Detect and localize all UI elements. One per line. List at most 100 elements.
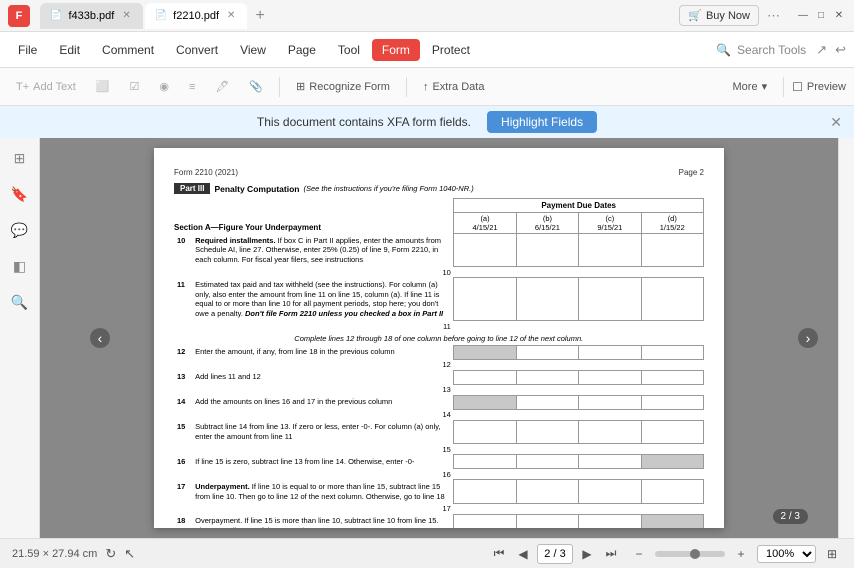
xfa-banner: This document contains XFA form fields. …: [0, 106, 854, 138]
rotation-icon[interactable]: ↻: [105, 546, 116, 562]
search-icon: 🔍: [716, 43, 731, 57]
recognize-form-button[interactable]: ⊞ Recognize Form: [288, 77, 398, 96]
part-badge: Part III: [174, 183, 210, 194]
status-center: ⏮ ◀ ▶ ⏭: [489, 544, 621, 564]
maximize-button[interactable]: □: [814, 9, 828, 23]
menu-form[interactable]: Form: [372, 39, 420, 61]
col-header-b: (b)6/15/21: [516, 213, 578, 234]
search-label[interactable]: Search Tools: [737, 43, 806, 57]
fullscreen-button[interactable]: ⊞: [822, 544, 842, 564]
more-button[interactable]: More ▾: [725, 77, 776, 96]
last-page-button[interactable]: ⏭: [601, 544, 621, 564]
cursor-tool-icon[interactable]: ↖: [124, 546, 135, 562]
table-row-16-label: 16: [174, 469, 704, 480]
page-header: Form 2210 (2021) Page 2: [174, 168, 704, 177]
recognize-icon: ⊞: [296, 80, 305, 93]
table-row-11-label: 11: [174, 321, 704, 332]
part-subtitle: (See the instructions if you're filing F…: [303, 184, 473, 193]
toolbar: T+ Add Text ⬜ ☑ ◉ ≡ 🖊 📎 ⊞ Recognize Form…: [0, 68, 854, 106]
menu-file[interactable]: File: [8, 39, 47, 61]
form-icon-6: 📎: [249, 80, 263, 93]
form-number: Form 2210 (2021): [174, 168, 238, 177]
minimize-button[interactable]: —: [796, 9, 810, 23]
close-button[interactable]: ✕: [832, 9, 846, 23]
tab-close-2[interactable]: ✕: [225, 9, 237, 22]
right-sidebar: [838, 138, 854, 538]
toolbar-divider: [279, 77, 280, 97]
part-header: Part III Penalty Computation (See the in…: [174, 183, 704, 194]
sidebar-pages-icon[interactable]: ⊞: [8, 146, 32, 170]
window-controls: — □ ✕: [796, 9, 846, 23]
prev-page-button[interactable]: ◀: [513, 544, 533, 564]
add-text-button[interactable]: T+ Add Text: [8, 78, 84, 96]
page-number-input[interactable]: [537, 544, 573, 564]
tabs-area: 📄 f433b.pdf ✕ 📄 f2210.pdf ✕ +: [40, 3, 675, 29]
buy-now-button[interactable]: 🛒 Buy Now: [679, 5, 759, 26]
form-icon-5: 🖊: [215, 80, 229, 93]
table-row-16: 16 If line 15 is zero, subtract line 13 …: [174, 455, 704, 469]
pdf-icon-2: 📄: [155, 10, 167, 21]
new-tab-button[interactable]: +: [249, 5, 270, 27]
menu-protect[interactable]: Protect: [422, 39, 480, 61]
title-bar: F 📄 f433b.pdf ✕ 📄 f2210.pdf ✕ + 🛒 Buy No…: [0, 0, 854, 32]
extra-data-button[interactable]: ↑ Extra Data: [415, 78, 492, 96]
menu-right-icons: ↗ ↩: [816, 42, 846, 58]
payment-due-header: Payment Due Dates: [454, 199, 704, 213]
first-page-button[interactable]: ⏮: [489, 544, 509, 564]
more-chevron-icon: ▾: [762, 80, 768, 93]
tab-f433b[interactable]: 📄 f433b.pdf ✕: [40, 3, 143, 29]
sidebar-bookmarks-icon[interactable]: 🔖: [8, 182, 32, 206]
form-icon-1: ⬜: [96, 80, 110, 93]
share-icon[interactable]: ↗: [816, 42, 827, 58]
col-header-a: (a)4/15/21: [454, 213, 516, 234]
menu-view[interactable]: View: [230, 39, 276, 61]
form-tool-5: 🖊: [207, 77, 237, 96]
menu-comment[interactable]: Comment: [92, 39, 164, 61]
table-row-12-label: 12: [174, 359, 704, 370]
pdf-viewer: ‹ Form 2210 (2021) Page 2 Part III Penal…: [40, 138, 838, 538]
table-row-14-label: 14: [174, 409, 704, 420]
menu-page[interactable]: Page: [278, 39, 326, 61]
menu-bar: File Edit Comment Convert View Page Tool…: [0, 32, 854, 68]
table-row-15-label: 15: [174, 444, 704, 455]
titlebar-more-icon[interactable]: ⋯: [767, 8, 780, 24]
add-text-icon: T+: [16, 81, 29, 93]
menu-search: 🔍 Search Tools: [716, 43, 806, 57]
form-icon-4: ≡: [189, 81, 195, 93]
tab-f2210[interactable]: 📄 f2210.pdf ✕: [145, 3, 248, 29]
preview-checkbox-area[interactable]: ☐ Preview: [792, 80, 846, 94]
menu-edit[interactable]: Edit: [49, 39, 90, 61]
page-right-arrow[interactable]: ›: [798, 328, 818, 348]
zoom-thumb: [690, 549, 700, 559]
table-row-13-label: 13: [174, 384, 704, 395]
next-page-button[interactable]: ▶: [577, 544, 597, 564]
table-row: 10 Required installments. If box C in Pa…: [174, 234, 704, 267]
zoom-slider[interactable]: [655, 551, 725, 557]
undo-icon[interactable]: ↩: [835, 42, 846, 58]
menu-tool[interactable]: Tool: [328, 39, 370, 61]
form-tool-6: 📎: [241, 77, 271, 96]
part-title: Penalty Computation: [214, 184, 299, 194]
page-indicator: Page 2: [679, 168, 704, 177]
form-tool-2: ☑: [121, 77, 147, 96]
page-left-arrow[interactable]: ‹: [90, 328, 110, 348]
form-tool-3: ◉: [151, 77, 177, 96]
zoom-out-button[interactable]: −: [629, 544, 649, 564]
sidebar-search-icon[interactable]: 🔍: [8, 290, 32, 314]
zoom-select[interactable]: 50% 75% 100% 125% 150% 200%: [757, 545, 816, 563]
status-right: − + 50% 75% 100% 125% 150% 200% ⊞: [629, 544, 842, 564]
table-row-13: 13 Add lines 11 and 12: [174, 370, 704, 384]
page-dimensions: 21.59 × 27.94 cm: [12, 548, 97, 560]
tab-close-1[interactable]: ✕: [120, 9, 132, 22]
status-left: 21.59 × 27.94 cm ↻ ↖: [12, 546, 481, 562]
preview-checkbox[interactable]: ☐: [792, 80, 803, 94]
menu-convert[interactable]: Convert: [166, 39, 228, 61]
table-row-15: 15 Subtract line 14 from line 13. If zer…: [174, 420, 704, 444]
sidebar-layers-icon[interactable]: ◧: [8, 254, 32, 278]
highlight-fields-button[interactable]: Highlight Fields: [487, 111, 597, 133]
form-icon-3: ◉: [159, 80, 169, 93]
xfa-close-button[interactable]: ✕: [830, 114, 842, 131]
table-row-18: 18 Overpayment. If line 15 is more than …: [174, 514, 704, 528]
zoom-in-button[interactable]: +: [731, 544, 751, 564]
sidebar-comments-icon[interactable]: 💬: [8, 218, 32, 242]
